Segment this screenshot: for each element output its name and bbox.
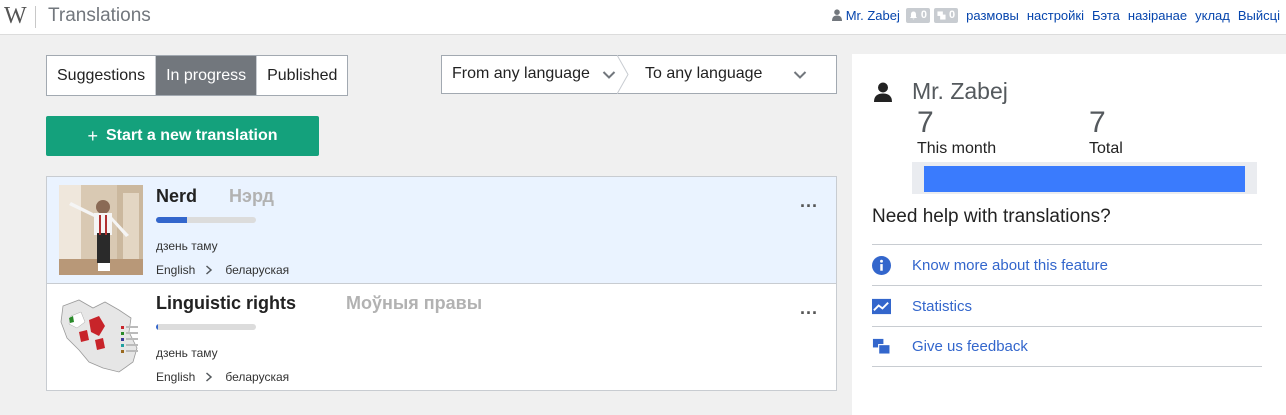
- last-updated: дзень таму: [156, 346, 218, 360]
- activity-bar: [924, 166, 1245, 192]
- translation-list: Nerd Нэрд дзень таму English беларуская …: [46, 176, 837, 391]
- target-language: беларуская: [225, 370, 290, 384]
- user-icon: [874, 82, 892, 102]
- wikipedia-logo[interactable]: W: [4, 3, 32, 29]
- help-heading: Need help with translations?: [872, 206, 1111, 227]
- stat-label: Total: [1089, 140, 1123, 157]
- language-pair: English беларуская: [156, 263, 289, 277]
- translation-item[interactable]: Linguistic rights Моўныя правы дзень там…: [47, 284, 836, 391]
- article-thumbnail: [59, 292, 143, 382]
- chevron-right-icon: [206, 265, 213, 275]
- target-language: беларуская: [225, 263, 290, 277]
- user-icon: [831, 9, 842, 21]
- know-more-link[interactable]: Know more about this feature: [872, 244, 1262, 285]
- progress-fill: [156, 217, 187, 223]
- translation-item[interactable]: Nerd Нэрд дзень таму English беларуская …: [47, 177, 836, 284]
- notices-count: 0: [949, 9, 956, 21]
- target-language-selector[interactable]: To any language: [645, 65, 762, 83]
- start-new-translation-button[interactable]: + Start a new translation: [46, 116, 319, 156]
- source-language: English: [156, 263, 196, 277]
- stat-label: This month: [917, 140, 997, 157]
- stat-this-month: 7 This month: [917, 106, 996, 158]
- alerts-count: 0: [920, 9, 927, 21]
- user-page-link[interactable]: Mr. Zabej: [846, 8, 900, 23]
- beta-link[interactable]: Бэта: [1092, 8, 1120, 23]
- alerts-badge[interactable]: 0: [905, 7, 930, 23]
- help-link-label: Give us feedback: [912, 338, 1028, 355]
- tab-published[interactable]: Published: [256, 56, 347, 95]
- logo-divider: [35, 6, 36, 28]
- tray-icon: [937, 10, 946, 20]
- help-link-label: Know more about this feature: [912, 256, 1108, 274]
- stat-value: 7: [1089, 106, 1106, 139]
- info-icon: [872, 255, 891, 275]
- activity-chart: [912, 162, 1257, 194]
- target-article-title: Нэрд: [229, 186, 274, 206]
- source-language-selector[interactable]: From any language: [452, 65, 590, 83]
- logout-link[interactable]: Выйсці: [1238, 8, 1280, 23]
- source-article-title[interactable]: Linguistic rights: [156, 293, 296, 314]
- language-filter: From any language To any language: [441, 55, 837, 94]
- statistics-link[interactable]: Statistics: [872, 285, 1262, 326]
- last-updated: дзень таму: [156, 239, 218, 253]
- stat-value: 7: [917, 106, 934, 139]
- source-article-title[interactable]: Nerd: [156, 186, 197, 207]
- more-actions-button[interactable]: ...: [800, 298, 818, 319]
- sidebar: Mr. Zabej 7 This month 7 Total Need help…: [852, 54, 1286, 415]
- top-bar: W Translations Mr. Zabej 0 0 размовы нас…: [0, 0, 1286, 35]
- sidebar-user: Mr. Zabej: [874, 78, 1008, 105]
- watchlist-link[interactable]: назіранае: [1128, 8, 1187, 23]
- stat-total: 7 Total: [1089, 106, 1123, 158]
- article-thumbnail: [59, 185, 143, 275]
- translation-progress-bar: [156, 217, 256, 223]
- translation-progress-bar: [156, 324, 256, 330]
- page-title[interactable]: Translations: [48, 5, 151, 27]
- sidebar-username: Mr. Zabej: [912, 78, 1008, 104]
- start-new-translation-label: Start a new translation: [105, 127, 278, 144]
- progress-fill: [156, 324, 158, 330]
- plus-icon: +: [87, 125, 98, 146]
- user-menu: Mr. Zabej 0 0 размовы настройкі Бэта наз…: [831, 7, 1280, 23]
- direction-arrow-divider: [617, 55, 629, 94]
- help-link-label: Statistics: [912, 297, 973, 315]
- preferences-link[interactable]: настройкі: [1027, 8, 1084, 23]
- chevron-down-icon: [793, 71, 807, 79]
- status-tabs: Suggestions In progress Published: [46, 55, 349, 96]
- chevron-down-icon: [602, 71, 616, 79]
- feedback-icon: [872, 338, 891, 355]
- statistics-icon: [872, 298, 891, 314]
- bell-icon: [909, 10, 917, 19]
- chevron-right-icon: [206, 372, 213, 382]
- tab-in-progress[interactable]: In progress: [155, 56, 257, 95]
- more-actions-button[interactable]: ...: [800, 191, 818, 212]
- target-article-title: Моўныя правы: [346, 293, 483, 313]
- talk-link[interactable]: размовы: [966, 8, 1019, 23]
- notices-badge[interactable]: 0: [934, 7, 959, 23]
- source-language: English: [156, 370, 196, 384]
- contributions-link[interactable]: уклад: [1195, 8, 1230, 23]
- tab-suggestions[interactable]: Suggestions: [47, 56, 155, 95]
- feedback-link[interactable]: Give us feedback: [872, 326, 1262, 367]
- language-pair: English беларуская: [156, 370, 289, 384]
